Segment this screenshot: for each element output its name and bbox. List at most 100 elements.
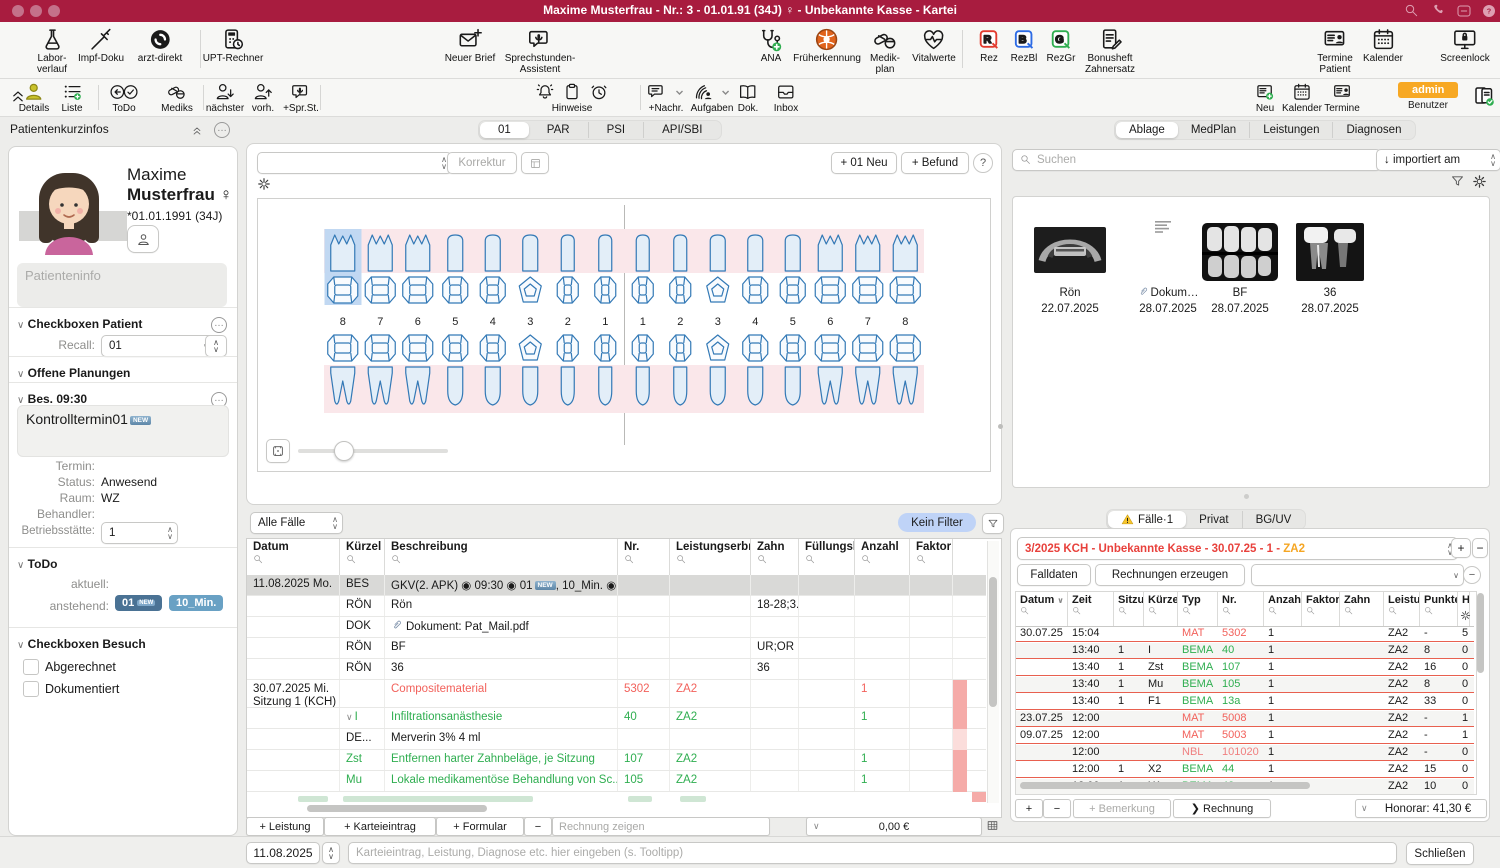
toolbar-button-upt-rechner[interactable]: UPT-Rechner	[203, 27, 264, 65]
table-row[interactable]: RÖNBFUR;OR	[247, 638, 986, 659]
filter-funnel-button[interactable]	[982, 513, 1004, 534]
tab-ablage[interactable]: Ablage	[1116, 122, 1178, 138]
horizontal-scrollbar-thumb[interactable]	[1020, 782, 1310, 789]
collapse-section-button[interactable]: −	[1463, 566, 1481, 584]
patient-photo-button[interactable]	[127, 225, 159, 253]
rechnung-button[interactable]: ❯ Rechnung	[1173, 799, 1271, 818]
tab-medplan[interactable]: MedPlan	[1178, 122, 1249, 138]
toolbar-button-spr-st[interactable]: +Spr.St.	[283, 82, 319, 115]
column-search-icon[interactable]	[1424, 606, 1457, 616]
add-leistung-button[interactable]: + Leistung	[246, 817, 324, 836]
add-row-button[interactable]: +	[1015, 799, 1043, 818]
todo-badge-01[interactable]: 01NEW	[115, 595, 162, 611]
toolbar-button-arzt-direkt[interactable]: arzt-direkt	[138, 27, 182, 65]
toolbar-button-rez[interactable]: RRez	[977, 27, 1002, 65]
remove-button[interactable]: −	[524, 817, 552, 836]
table-row[interactable]: 09.07.2512:00MAT50031ZA2-1	[1016, 728, 1474, 744]
column-search-icon[interactable]	[346, 554, 384, 565]
toolbar-button-screenlock[interactable]: Screenlock	[1440, 27, 1489, 65]
column-search-icon[interactable]	[1072, 606, 1113, 616]
befund-button[interactable]: + Befund	[901, 152, 969, 174]
toolbar-button-dok[interactable]: Dok.	[738, 82, 759, 115]
recall-select[interactable]: 01∨	[101, 335, 214, 357]
toolbar-button-hinweise[interactable]: Hinweise	[535, 82, 609, 115]
column-search-icon[interactable]	[253, 554, 339, 565]
more-options-icon[interactable]: …	[211, 317, 227, 333]
user-badge[interactable]: adminBenutzer	[1398, 82, 1458, 111]
table-row[interactable]: 11.08.2025 Mo.BESGKV(2. APK) ◉ 09:30 ◉ 0…	[247, 575, 986, 596]
table-row[interactable]: DOKDokument: Pat_Mail.pdf	[247, 617, 986, 638]
toolbar-button-kalender[interactable]: Kalender	[1282, 82, 1322, 115]
falldaten-button[interactable]: Falldaten	[1017, 564, 1091, 586]
settings-gear-icon[interactable]	[257, 177, 271, 191]
toolbar-button-ana[interactable]: ANA	[759, 27, 784, 65]
filter-funnel-icon[interactable]	[1450, 174, 1465, 189]
tab-diagnosen[interactable]: Diagnosen	[1332, 122, 1414, 138]
column-search-icon[interactable]	[1148, 606, 1177, 616]
search-input[interactable]: Suchen	[1012, 149, 1381, 171]
table-row[interactable]: ∨IInfiltrationsanästhesie40ZA21	[247, 708, 986, 729]
search-icon[interactable]	[1404, 3, 1420, 19]
toolbar-button-rezbl[interactable]: BRezBl	[1011, 27, 1038, 65]
toolbar-button-labor-verlauf[interactable]: Labor- verlauf	[37, 27, 67, 75]
column-search-icon[interactable]	[1388, 606, 1419, 616]
termin-box[interactable]: Kontrolltermin01NEW	[17, 405, 229, 457]
add-karteieintrag-button[interactable]: + Karteieintrag	[324, 817, 436, 836]
column-search-icon[interactable]	[676, 554, 750, 565]
vertical-scrollbar-thumb[interactable]	[1477, 593, 1484, 673]
tab-01[interactable]: 01	[480, 122, 529, 138]
table-row[interactable]: 13:401ZstBEMA1071ZA2160	[1016, 660, 1474, 676]
horizontal-scrollbar-thumb[interactable]	[307, 805, 487, 812]
splitter-dot[interactable]	[1244, 494, 1249, 499]
sort-select[interactable]: ↓ importiert am∧∨	[1376, 149, 1500, 171]
tooth-chart[interactable]: 8765432112345678	[257, 198, 991, 472]
zoom-slider-track[interactable]	[298, 449, 448, 453]
toolbar-button-vorh[interactable]: vorh.	[252, 82, 274, 115]
table-row[interactable]: 30.07.2515:04MAT53021ZA2-5	[1016, 626, 1474, 642]
date-stepper[interactable]: ∧∨	[322, 842, 340, 864]
remove-case-button[interactable]: −	[1472, 538, 1488, 558]
phone-icon[interactable]	[1431, 3, 1447, 19]
section-checkboxen-besuch[interactable]: ∨ Checkboxen Besuch	[17, 637, 229, 653]
toolbar-button-medik-plan[interactable]: Medik- plan	[870, 27, 900, 75]
recall-stepper[interactable]: ∧∨	[205, 335, 227, 357]
entry-input[interactable]: Karteieintrag, Leistung, Diagnose etc. h…	[348, 842, 1397, 864]
table-row[interactable]: RÖNRön18-28;3...	[247, 596, 986, 617]
todo-badge-10min[interactable]: 10_Min.	[169, 595, 223, 611]
table-row[interactable]: 12:00NBL1010201ZA2-0	[1016, 745, 1474, 761]
case-filter-select[interactable]: Alle Fälle∧∨	[250, 512, 343, 534]
table-row[interactable]: DE...Merverin 3% 4 ml	[247, 729, 986, 750]
toolbar-button-termine-patient[interactable]: Termine Patient	[1317, 27, 1353, 75]
checkbox-dokumentiert[interactable]	[23, 681, 39, 697]
toolbar-button-mediks[interactable]: Mediks	[161, 82, 193, 115]
column-search-icon[interactable]	[1344, 606, 1383, 616]
patient-info-box[interactable]: Patienteninfo	[17, 263, 227, 307]
toolbar-button-kalender[interactable]: Kalender	[1363, 27, 1403, 65]
checkbox-abgerechnet[interactable]	[23, 659, 39, 675]
neu-01-button[interactable]: + 01 Neu	[831, 152, 897, 174]
betriebsstaette-select[interactable]: 1∧∨	[101, 522, 178, 544]
rechnungen-erzeugen-button[interactable]: Rechnungen erzeugen	[1095, 564, 1245, 586]
column-search-icon[interactable]	[805, 554, 854, 565]
column-search-icon[interactable]	[1118, 606, 1143, 616]
settings-gear-icon[interactable]	[1472, 174, 1487, 189]
toolbar-button-aufgaben[interactable]: Aufgaben	[691, 82, 734, 115]
section-checkboxen-patient[interactable]: ∨ Checkboxen Patient…	[17, 317, 229, 333]
table-row[interactable]: 13:401IBEMA401ZA280	[1016, 643, 1474, 659]
table-row[interactable]: RÖN3636	[247, 659, 986, 680]
tab-api-sbi[interactable]: API/SBI	[643, 122, 720, 138]
column-search-icon[interactable]	[861, 554, 909, 565]
column-search-icon[interactable]	[1182, 606, 1217, 616]
column-search-icon[interactable]	[757, 554, 798, 565]
section-todo[interactable]: ∨ ToDo	[17, 557, 229, 573]
table-row[interactable]: 13:401F1BEMA13a1ZA2330	[1016, 694, 1474, 710]
toolbar-button-rezgr[interactable]: GRezGr	[1047, 27, 1076, 65]
fit-zoom-button[interactable]	[266, 439, 290, 463]
column-search-icon[interactable]	[1222, 606, 1263, 616]
window-icon[interactable]	[1456, 3, 1472, 19]
zoom-slider-knob[interactable]	[334, 441, 354, 461]
toolbar-button-vitalwerte[interactable]: Vitalwerte	[912, 27, 956, 65]
scrollbar-thumb[interactable]	[989, 577, 997, 707]
table-row[interactable]: 30.07.2025 Mi. Sitzung 1 (KCH)Compositem…	[247, 680, 986, 708]
toolbar-button-inbox[interactable]: Inbox	[774, 82, 798, 115]
